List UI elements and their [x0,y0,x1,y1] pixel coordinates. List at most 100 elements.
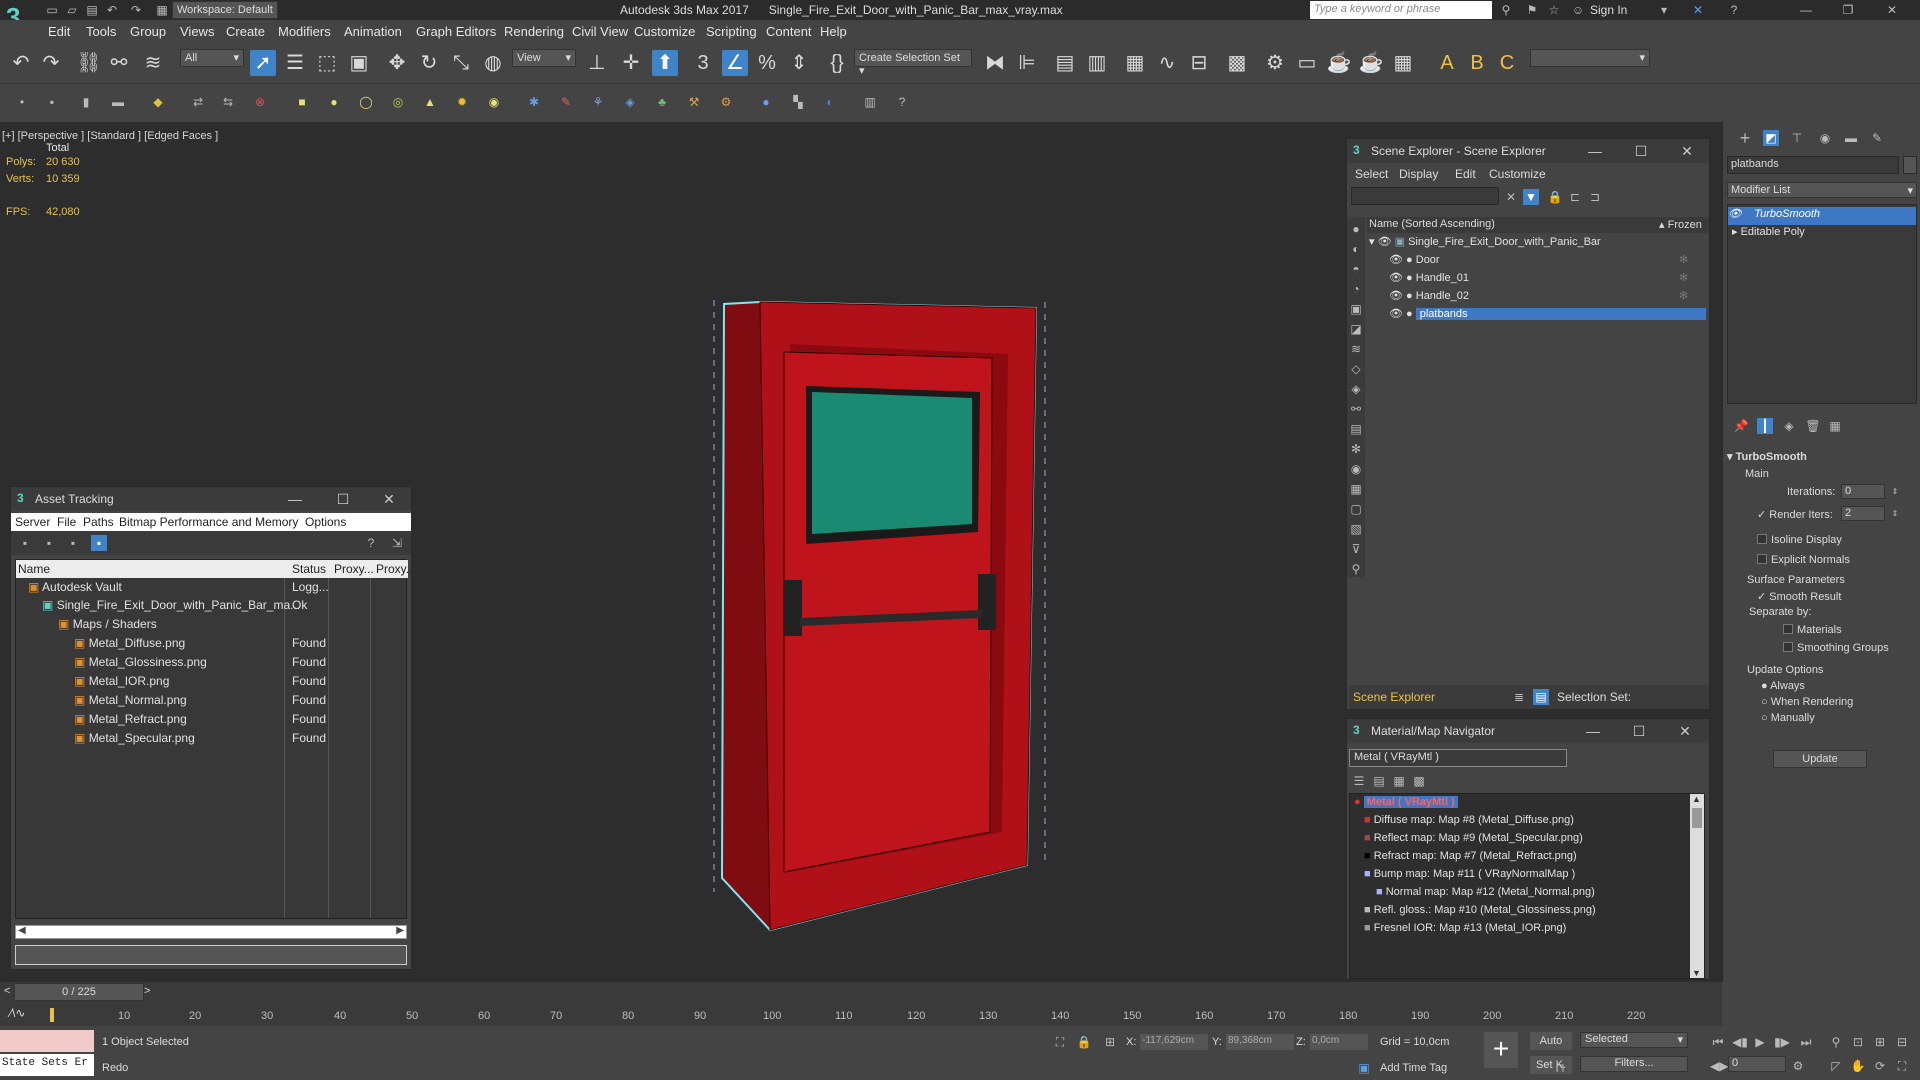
play-icon[interactable]: ▶ [1752,1034,1768,1050]
z-coordinate-field[interactable]: 0,0cm [1310,1034,1368,1050]
render-iters-checkbox[interactable]: ✓ Render Iters: [1757,508,1833,521]
col-status[interactable]: Status [292,562,326,576]
map-item[interactable]: ■ Refl. gloss.: Map #10 (Metal_Glossines… [1364,904,1596,922]
track-bar[interactable]: ⁄\∿ [0,1002,1722,1026]
menu-graph-editors[interactable]: Graph Editors [416,24,496,39]
curve-editor-icon[interactable]: ∿ [1154,50,1180,76]
shapes-filter-icon[interactable]: ◓ [1348,261,1364,277]
spinner-snap-icon[interactable]: ⇕ [786,50,812,76]
time-slider-thumb[interactable]: 0 / 225 [14,983,144,1001]
next-frame-icon[interactable]: ▮▶ [1774,1034,1790,1050]
text-c-icon[interactable]: C [1494,50,1520,76]
map-item[interactable]: ■ Reflect map: Map #9 (Metal_Specular.pn… [1364,832,1583,850]
utilities-tab-icon[interactable]: ✎ [1869,130,1885,146]
col-proxy-2[interactable]: Proxy... [376,562,416,576]
create-tab-icon[interactable]: + [1737,129,1753,147]
select-all-icon[interactable]: ▦ [1348,481,1364,497]
eye-icon[interactable]: 👁 [1389,290,1403,302]
maxscript-listener-white[interactable]: State Sets Er [0,1054,94,1076]
curve-editor-mini-icon[interactable]: ⁄\∿ [10,1006,25,1020]
xrefs-filter-icon[interactable]: ◈ [1348,381,1364,397]
frozen-filter-icon[interactable]: ✻ [1348,441,1364,457]
time-config-icon[interactable]: ⚙ [1790,1058,1806,1074]
current-frame-marker[interactable] [50,1008,54,1022]
user-icon[interactable]: ☺ [1570,2,1586,18]
field-of-view-icon[interactable]: ◸ [1828,1058,1844,1074]
menu-server[interactable]: Server [15,515,50,529]
scene-tree-item-handle-02[interactable]: 👁 ● Handle_02 ✻ [1389,289,1705,307]
project-folder-icon[interactable]: ▦ [154,2,170,18]
manually-radio[interactable]: ○ Manually [1761,712,1815,724]
menu-select[interactable]: Select [1355,167,1388,181]
current-frame-field[interactable]: 0 [1728,1056,1786,1072]
y-coordinate-field[interactable]: 89,368cm [1226,1034,1294,1050]
turbosmooth-rollout-header[interactable]: ▾ TurboSmooth [1727,450,1917,468]
place-icon[interactable]: ◍ [480,50,506,76]
find-icon[interactable]: ⚲ [1348,561,1364,577]
percent-snap-icon[interactable]: % [754,50,780,76]
tool-icon-16[interactable]: ✱ [526,94,542,110]
frozen-snowflake-icon[interactable]: ✻ [1679,271,1688,284]
materials-checkbox[interactable]: Materials [1783,624,1842,636]
menu-customize[interactable]: Customize [634,24,695,39]
close-icon[interactable]: ✕ [1677,141,1697,161]
scene-tree-item-door[interactable]: 👁 ● Door ✻ [1389,253,1705,271]
map-item[interactable]: ■ Normal map: Map #12 (Metal_Normal.png) [1376,886,1595,904]
menu-rendering[interactable]: Rendering [504,24,564,39]
move-icon[interactable]: ✥ [384,50,410,76]
frozen-snowflake-icon[interactable]: ✻ [1679,289,1688,302]
open-file-icon[interactable]: ▱ [64,2,80,18]
eye-icon[interactable]: 👁 [1389,254,1403,266]
scroll-down-icon[interactable]: ▼ [1692,968,1701,978]
view-large-icons-icon[interactable]: ▩ [1411,773,1427,789]
selection-lock-icon[interactable]: 🔒 [1076,1034,1092,1050]
absolute-mode-icon[interactable]: ⊞ [1102,1034,1118,1050]
explorer-name-field[interactable]: Scene Explorer [1353,690,1435,704]
modify-tab-icon[interactable]: ◩ [1763,130,1779,146]
make-unique-icon[interactable]: ◈ [1781,418,1797,434]
invert-selection-icon[interactable]: ▧ [1348,521,1364,537]
display-tab-icon[interactable]: ▬ [1843,130,1859,146]
tool-icon-3[interactable]: ▮ [78,94,94,110]
asset-tool-icon-3[interactable]: ▪ [65,535,81,551]
scene-tree-item-platbands[interactable]: 👁 ● platbands [1389,307,1706,325]
scroll-right-icon[interactable]: ▶ [396,925,404,936]
groups-filter-icon[interactable]: ◇ [1348,361,1364,377]
table-row[interactable]: ▣ Metal_Normal.png Found [74,693,408,711]
remove-modifier-icon[interactable]: 🗑 [1805,418,1821,434]
map-item[interactable]: ■ Bump map: Map #11 ( VRayNormalMap ) [1364,868,1575,886]
auto-key-button[interactable]: Auto [1530,1032,1572,1050]
spinner-arrows-icon[interactable]: ⇕ [1887,506,1903,522]
filter-icon[interactable]: ▼ [1523,189,1539,205]
exchange-icon[interactable]: ✕ [1690,2,1706,18]
clear-search-icon[interactable]: ✕ [1503,189,1519,205]
menu-display[interactable]: Display [1399,167,1438,181]
object-color-swatch[interactable] [1903,156,1917,174]
tool-icon-18[interactable]: ⚘ [590,94,606,110]
tool-icon-19[interactable]: ◈ [622,94,638,110]
set-key-plus-icon[interactable]: + [1484,1032,1518,1068]
menu-modifiers[interactable]: Modifiers [278,24,331,39]
asset-help-icon[interactable]: ? [363,535,379,551]
asset-options-icon[interactable]: ⇲ [389,535,405,551]
configure-modifier-sets-icon[interactable]: ▦ [1827,418,1843,434]
key-mode-toggle-icon[interactable]: ◀▶ [1710,1058,1728,1074]
time-slider[interactable]: < 0 / 225 > [0,982,1722,1002]
map-item[interactable]: ■ Refract map: Map #7 (Metal_Refract.png… [1364,850,1577,868]
door-model[interactable] [700,172,1080,1072]
keyboard-shortcut-override-icon[interactable]: ⬆ [652,50,678,76]
close-icon[interactable]: ✕ [1675,721,1695,741]
maximize-icon[interactable]: ☐ [1629,721,1649,741]
minimize-icon[interactable]: — [1585,141,1605,161]
menu-content[interactable]: Content [766,24,812,39]
scene-search-field[interactable] [1351,187,1499,205]
rendered-frame-window-icon[interactable]: ▭ [1294,50,1320,76]
scene-explorer-titlebar[interactable]: 3 Scene Explorer - Scene Explorer — ☐ ✕ [1347,139,1709,163]
helpers-filter-icon[interactable]: ◪ [1348,321,1364,337]
tool-icon-12[interactable]: ◎ [390,94,406,110]
time-slider-prev-icon[interactable]: < [4,985,10,997]
angle-snap-icon[interactable]: ∠ [722,50,748,76]
time-slider-next-icon[interactable]: > [144,985,150,997]
key-filter-dropdown[interactable]: Selected ▾ [1580,1032,1688,1048]
explicit-normals-checkbox[interactable]: Explicit Normals [1757,554,1850,566]
